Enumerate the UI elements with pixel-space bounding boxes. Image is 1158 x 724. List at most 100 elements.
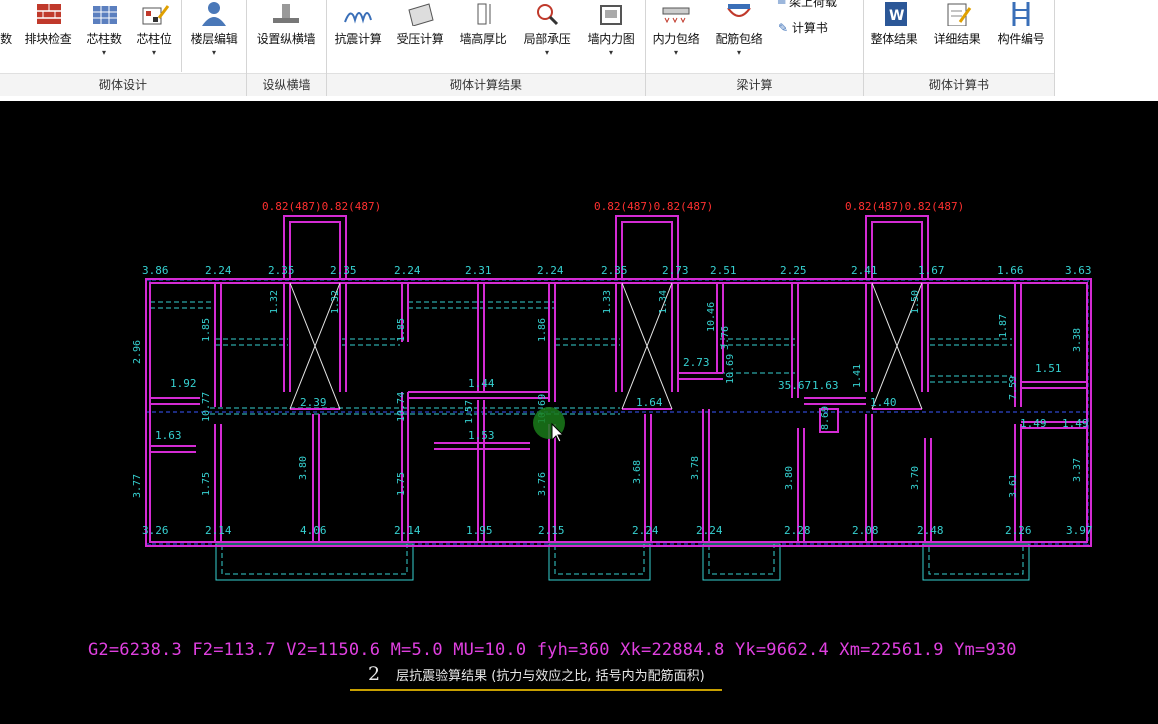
- dimension-top: 3.63: [1065, 264, 1092, 277]
- floor-edit-button[interactable]: 楼层编辑 ▾: [183, 0, 245, 72]
- dimension-mid: 1.51: [1035, 362, 1062, 375]
- drawing-caption: 2 层抗震验算结果 (抗力与效应之比, 括号内为配筋面积): [350, 663, 722, 691]
- dimension-vertical: 3.77: [132, 474, 143, 498]
- dimension-mid: 1.53: [468, 429, 495, 442]
- button-label: 配筋包络: [715, 32, 763, 46]
- caption-text: 层抗震验算结果 (抗力与效应之比, 括号内为配筋面积): [396, 669, 705, 684]
- dimension-mid: 1.63: [812, 379, 839, 392]
- beam-load-button[interactable]: ═ 梁上荷载: [778, 0, 837, 10]
- ratio-label-red: 0.82(487)0.82(487): [594, 200, 713, 213]
- seismic-calc-button[interactable]: 抗震计算: [328, 0, 388, 72]
- dimension-vertical: 3.70: [910, 466, 921, 490]
- detailed-results-button[interactable]: 详细结果: [926, 0, 988, 72]
- chevron-down-icon: ▾: [101, 48, 106, 57]
- dimension-bottom: 3.26: [142, 524, 169, 537]
- button-label: 构件编号: [997, 32, 1045, 46]
- button-label: 芯柱位: [136, 32, 172, 46]
- compression-calc-button[interactable]: 受压计算: [390, 0, 450, 72]
- chevron-down-icon: ▾: [673, 48, 678, 57]
- local-bearing-button[interactable]: 局部承压 ▾: [516, 0, 578, 72]
- dimension-top: 2.35: [330, 264, 357, 277]
- button-label: 整体结果: [870, 32, 918, 46]
- group-label-masonry-report: 砌体计算书: [864, 73, 1054, 96]
- dimension-vertical: 1.34: [658, 290, 669, 314]
- ribbon-button-count[interactable]: 数: [0, 0, 16, 72]
- dimension-vertical: 3.76: [720, 326, 731, 350]
- dimension-mid: 1.63: [155, 429, 182, 442]
- dimension-vertical: 1.57: [464, 400, 475, 424]
- dimension-top: 2.35: [268, 264, 295, 277]
- dimension-mid: 2.73: [683, 356, 710, 369]
- group-label-masonry-design: 砌体设计: [0, 73, 246, 96]
- dimension-mid: 1.40: [870, 396, 897, 409]
- dimension-vertical: 3.76: [537, 472, 548, 496]
- button-label: 墙高厚比: [459, 32, 507, 46]
- ruler-icon: [466, 0, 500, 26]
- wall-height-thickness-button[interactable]: 墙高厚比: [452, 0, 514, 72]
- divider: [181, 0, 182, 72]
- dimension-vertical: 10.46: [706, 302, 717, 332]
- dimension-top: 3.86: [142, 264, 169, 277]
- dimension-vertical: 1.32: [269, 290, 280, 314]
- button-label: 抗震计算: [334, 32, 382, 46]
- dimension-vertical: 1.50: [910, 290, 921, 314]
- dimension-bottom: 1.95: [466, 524, 493, 537]
- dimension-bottom: 2.15: [538, 524, 565, 537]
- dimension-bottom: 2.24: [632, 524, 659, 537]
- dimension-mid: 1.49: [1062, 417, 1089, 430]
- button-label: 计算书: [791, 21, 828, 35]
- button-label: 梁上荷载: [789, 0, 838, 9]
- dimension-vertical: 1.33: [602, 290, 613, 314]
- block-check-button[interactable]: 排块检查: [18, 0, 78, 72]
- dimension-vertical: 1.87: [998, 314, 1009, 338]
- magnifier-icon: [530, 0, 564, 26]
- ladder-icon: [1004, 0, 1038, 26]
- drawing-canvas[interactable]: 0.82(487)0.82(487) 0.82(487)0.82(487) 0.82…: [0, 102, 1158, 724]
- dimension-vertical: 7.59: [1008, 376, 1019, 400]
- dimension-top: 2.73: [662, 264, 689, 277]
- dimension-vertical: 10.69: [725, 354, 736, 384]
- dimension-top: 2.24: [537, 264, 564, 277]
- wall-force-diagram-button[interactable]: 墙内力图 ▾: [580, 0, 642, 72]
- dimension-top: 1.67: [918, 264, 945, 277]
- dimension-vertical: 3.80: [784, 466, 795, 490]
- wall-beam-icon: [269, 0, 303, 26]
- chevron-down-icon: ▾: [151, 48, 156, 57]
- frame-icon: [594, 0, 628, 26]
- dimension-vertical: 3.37: [1072, 458, 1083, 482]
- button-label: 设置纵横墙: [256, 32, 316, 46]
- button-label: 详细结果: [933, 32, 981, 46]
- chevron-down-icon: ▾: [608, 48, 613, 57]
- mouse-cursor: [532, 406, 568, 443]
- reinforcement-envelope-button[interactable]: 配筋包络 ▾: [708, 0, 770, 72]
- edit-grid-icon: [137, 0, 171, 26]
- dimension-bottom: 2.48: [917, 524, 944, 537]
- dimension-mid: 1.49: [1020, 417, 1047, 430]
- dimension-top: 2.24: [394, 264, 421, 277]
- balconies: [215, 543, 1030, 581]
- button-label: 局部承压: [523, 32, 571, 46]
- beam-envelope-icon: [659, 0, 693, 26]
- dimension-vertical: 3.80: [298, 456, 309, 480]
- core-column-position-button[interactable]: 芯柱位 ▾: [130, 0, 178, 72]
- grid-icon: [87, 0, 121, 26]
- group-label-beam-calc: 梁计算: [646, 73, 863, 96]
- overall-results-button[interactable]: W 整体结果: [864, 0, 924, 72]
- core-column-count-button[interactable]: 芯柱数 ▾: [80, 0, 128, 72]
- ratio-label-red: 0.82(487)0.82(487): [845, 200, 964, 213]
- dimension-bottom: 2.28: [784, 524, 811, 537]
- dimension-vertical: 3.38: [1072, 328, 1083, 352]
- dimension-mid: 1.64: [636, 396, 663, 409]
- calc-book-button[interactable]: ✎ 计算书: [778, 19, 828, 36]
- word-document-icon: W: [877, 0, 911, 26]
- set-walls-button[interactable]: 设置纵横墙: [248, 0, 324, 72]
- ribbon-toolbar: 数 排块检查 芯柱数 ▾ 芯柱位 ▾ 楼层编辑 ▾ 砌体设计 设置纵横墙 设纵横…: [0, 0, 1158, 101]
- button-label: 内力包络: [652, 32, 700, 46]
- dimension-mid: 1.92: [170, 377, 197, 390]
- dimension-vertical: 1.85: [201, 318, 212, 342]
- dimension-vertical: 3.68: [632, 460, 643, 484]
- seismic-wave-icon: [341, 0, 375, 26]
- dimension-top: 2.41: [851, 264, 878, 277]
- force-envelope-button[interactable]: 内力包络 ▾: [647, 0, 705, 72]
- member-number-button[interactable]: 构件编号: [990, 0, 1052, 72]
